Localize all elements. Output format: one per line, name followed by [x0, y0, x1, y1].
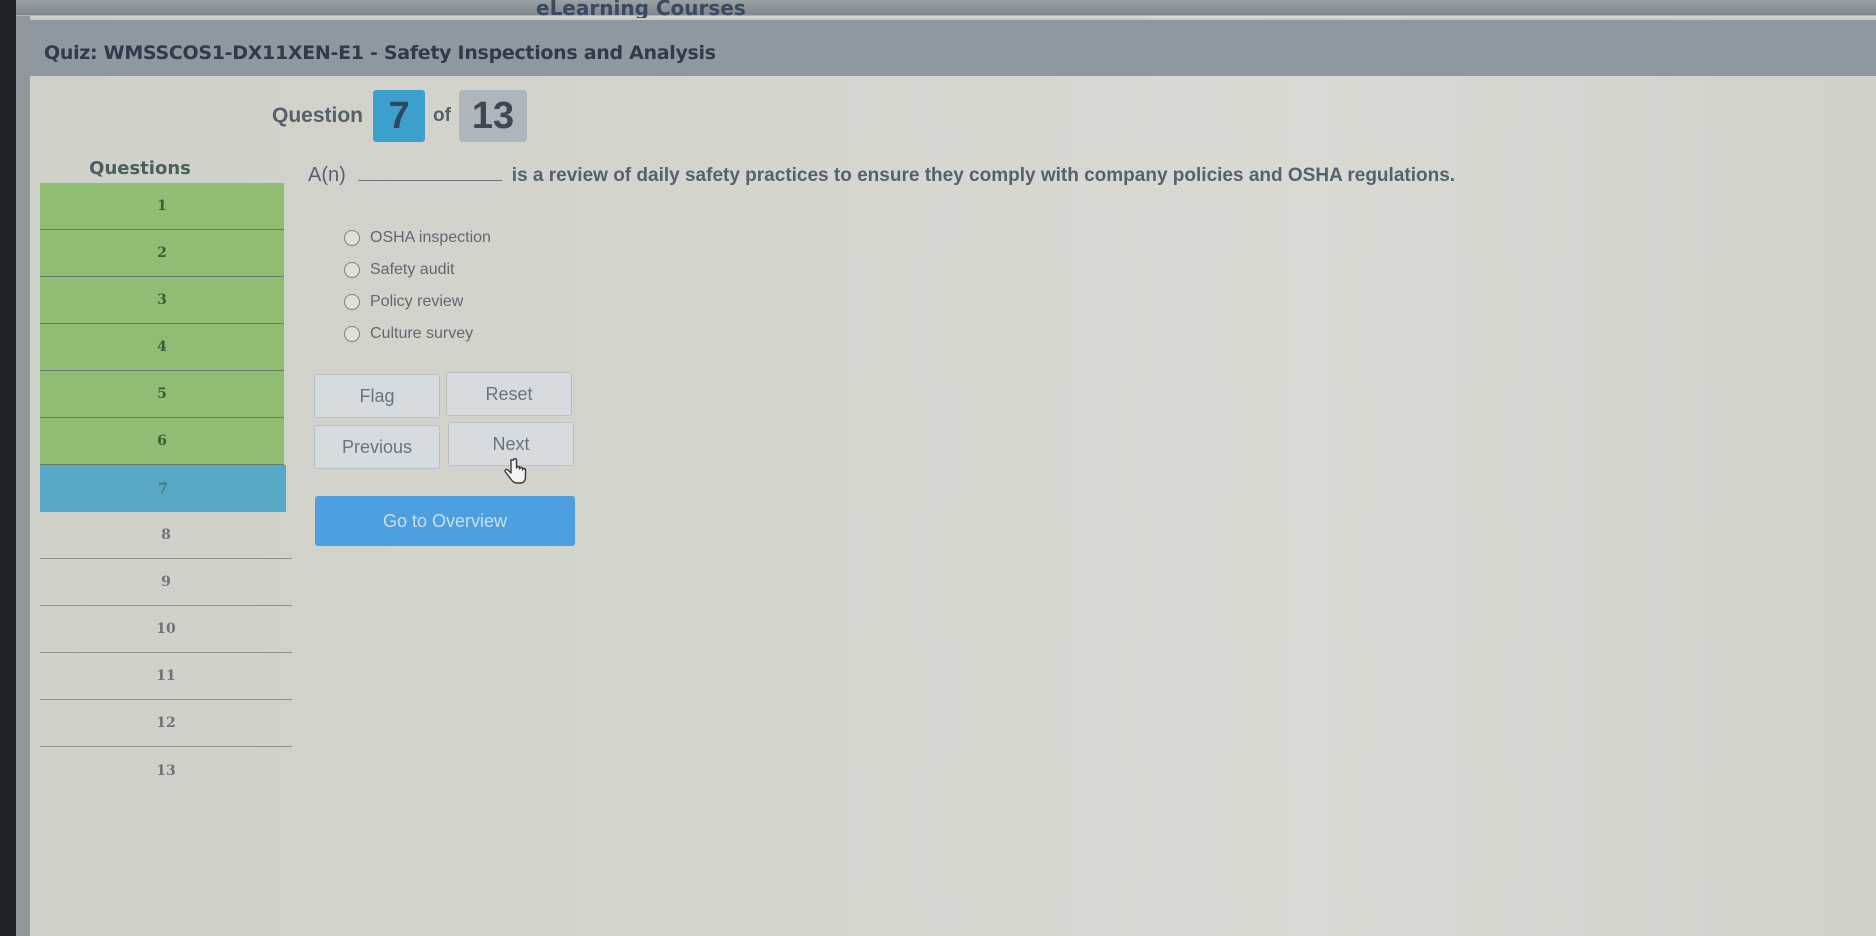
questions-sidebar: Questions 1 2 3 4 5 6 7 8 9 10 11 12 13: [40, 158, 292, 794]
app-header: eLearning Courses: [16, 0, 1876, 20]
previous-button[interactable]: Previous: [314, 425, 440, 469]
screen: eLearning Courses Quiz: WMSSCOS1-DX11XEN…: [16, 0, 1876, 936]
question-text: is a review of daily safety practices to…: [511, 165, 1456, 186]
answer-option[interactable]: OSHA inspection: [344, 222, 491, 254]
flag-button[interactable]: Flag: [314, 374, 440, 418]
radio-button[interactable]: [344, 294, 360, 310]
question-stem: A(n) is a review of daily safety practic…: [308, 164, 1455, 187]
quiz-title: Quiz: WMSSCOS1-DX11XEN-E1 - Safety Inspe…: [44, 42, 716, 64]
question-nav-item-3[interactable]: 3: [40, 277, 284, 324]
question-nav-item-1[interactable]: 1: [40, 183, 284, 230]
total-questions-number: 13: [458, 90, 527, 142]
question-counter-label: Question: [272, 104, 364, 127]
answer-option-label: Safety audit: [370, 261, 455, 278]
question-nav-item-12[interactable]: 12: [40, 700, 292, 747]
question-counter: Question 7 of 13: [272, 90, 527, 142]
answer-option-label: OSHA inspection: [370, 229, 491, 246]
go-to-overview-button[interactable]: Go to Overview: [315, 496, 575, 546]
radio-button[interactable]: [344, 262, 360, 278]
answer-option[interactable]: Policy review: [344, 286, 491, 318]
answer-option[interactable]: Safety audit: [344, 254, 491, 286]
question-nav-item-11[interactable]: 11: [40, 653, 292, 700]
question-nav-item-2[interactable]: 2: [40, 230, 284, 277]
question-nav-item-7[interactable]: 7: [40, 465, 286, 512]
question-prefix: A(n): [308, 164, 346, 186]
answer-option[interactable]: Culture survey: [344, 318, 491, 350]
window-left-edge: [16, 0, 30, 936]
radio-button[interactable]: [344, 230, 360, 246]
answer-blank: [357, 180, 502, 181]
question-nav-item-13[interactable]: 13: [40, 747, 292, 794]
question-nav-item-10[interactable]: 10: [40, 606, 292, 653]
question-list: 1 2 3 4 5 6 7 8 9 10 11 12 13: [40, 183, 292, 794]
app-title: eLearning Courses: [536, 0, 746, 20]
answer-option-label: Culture survey: [370, 325, 474, 342]
question-counter-of: of: [433, 105, 451, 126]
answer-option-label: Policy review: [370, 293, 464, 310]
question-nav-item-9[interactable]: 9: [40, 559, 292, 606]
sidebar-title: Questions: [89, 158, 191, 179]
answer-options: OSHA inspection Safety audit Policy review…: [344, 222, 491, 350]
question-nav-item-5[interactable]: 5: [40, 371, 284, 418]
radio-button[interactable]: [344, 326, 360, 342]
reset-button[interactable]: Reset: [446, 372, 572, 416]
question-nav-item-6[interactable]: 6: [40, 418, 284, 465]
question-nav-item-4[interactable]: 4: [40, 324, 284, 371]
current-question-number: 7: [373, 90, 426, 142]
hand-cursor-icon: [504, 458, 527, 484]
quiz-title-bar: Quiz: WMSSCOS1-DX11XEN-E1 - Safety Inspe…: [30, 18, 1876, 76]
question-nav-item-8[interactable]: 8: [40, 512, 292, 559]
